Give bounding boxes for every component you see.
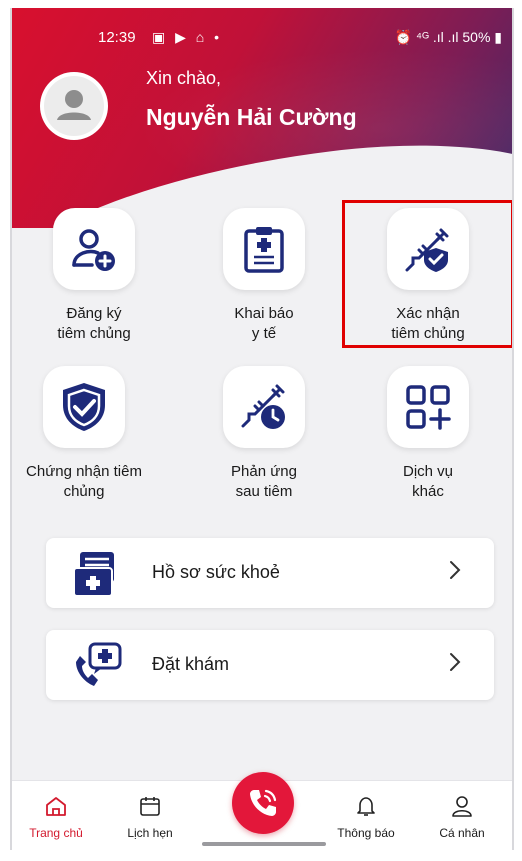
bell-icon [357,797,375,816]
screen: 12:39 ▣ ▶ ⌂ • ⏰ ⁴ᴳ .ıl .ıl 50% ▮ Xin chà… [0,0,522,861]
service-label: Dịch vụ khác [402,463,454,500]
phone-call-icon [250,789,277,816]
calendar-icon [140,797,160,816]
service-label: Chứng nhận tiêm chủng [26,463,142,500]
nav-profile-label: Cá nhân [439,826,485,840]
app-screen: 12:39 ▣ ▶ ⌂ • ⏰ ⁴ᴳ .ıl .ıl 50% ▮ Xin chà… [10,8,514,850]
service-tile[interactable] [387,366,469,448]
person-icon [452,796,472,817]
service-register-vaccination[interactable]: Đăng ký tiêm chủng [14,208,174,344]
nav-notifications[interactable]: Thông báo [324,795,408,840]
health-record-icon [73,552,114,597]
status-bar: 12:39 ▣ ▶ ⌂ • ⏰ ⁴ᴳ .ıl .ıl 50% ▮ [12,8,512,48]
chevron-right-icon [450,561,461,579]
avatar[interactable] [40,72,108,140]
clipboard-medical-icon [244,227,284,273]
card-book-appointment[interactable]: Đặt khám [46,630,494,700]
header-banner: 12:39 ▣ ▶ ⌂ • ⏰ ⁴ᴳ .ıl .ıl 50% ▮ Xin chà… [12,8,512,228]
nav-schedule[interactable]: Lịch hẹn [108,795,192,840]
service-health-declaration[interactable]: Khai báo y tế [184,208,344,344]
user-name: Nguyễn Hải Cường [146,104,357,130]
card-health-record[interactable]: Hồ sơ sức khoẻ [46,538,494,608]
home-icon [46,797,66,816]
service-label: Phản ứng sau tiêm [231,463,297,500]
highlight-box [342,200,512,348]
chat-medical-icon [76,642,122,686]
chevron-right-icon [450,653,461,671]
shield-check-icon [63,383,105,431]
service-tile[interactable] [43,366,125,448]
card-label: Đặt khám [152,654,230,674]
service-label: Đăng ký tiêm chủng [57,305,131,342]
service-tile[interactable] [223,208,305,290]
syringe-clock-icon [241,384,285,429]
nav-home-label: Trang chủ [29,826,83,840]
service-post-vaccination-reaction[interactable]: Phản ứng sau tiêm [184,366,344,502]
greeting-text: Xin chào, [146,68,222,88]
home-indicator [202,842,326,846]
user-add-icon [72,229,115,271]
grid-plus-icon [406,385,451,430]
card-label: Hồ sơ sức khoẻ [152,562,280,582]
service-vaccination-certificate[interactable]: Chứng nhận tiêm chủng [12,366,164,502]
service-tile[interactable] [53,208,135,290]
status-system-icons: ⏰ ⁴ᴳ .ıl .ıl 50% ▮ [394,29,502,45]
nav-notifications-label: Thông báo [337,826,395,840]
nav-home[interactable]: Trang chủ [14,795,98,840]
service-other[interactable]: Dịch vụ khác [348,366,508,502]
service-label: Khai báo y tế [234,305,294,342]
nav-profile[interactable]: Cá nhân [420,795,504,840]
status-notification-icons: ▣ ▶ ⌂ • [152,29,223,45]
user-avatar-icon [44,76,104,136]
nav-schedule-label: Lịch hẹn [127,826,173,840]
call-button[interactable] [232,772,294,834]
service-tile[interactable] [223,366,305,448]
status-time: 12:39 [98,29,136,46]
